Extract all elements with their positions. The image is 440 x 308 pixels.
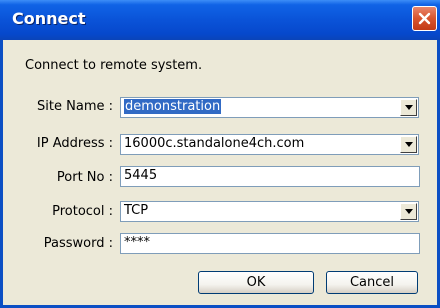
protocol-dropdown-button[interactable] bbox=[400, 203, 417, 220]
password-label: Password : bbox=[43, 236, 113, 251]
protocol-label: Protocol : bbox=[52, 204, 113, 219]
cancel-button[interactable]: Cancel bbox=[326, 271, 418, 294]
chevron-down-icon bbox=[405, 105, 413, 110]
protocol-select[interactable]: TCP bbox=[120, 201, 419, 222]
title-bar[interactable]: Connect bbox=[0, 0, 440, 40]
close-icon bbox=[418, 12, 431, 25]
ip-address-combobox[interactable]: 16000c.standalone4ch.com bbox=[120, 134, 419, 155]
chevron-down-icon bbox=[405, 142, 413, 147]
window-title: Connect bbox=[12, 9, 86, 28]
protocol-value: TCP bbox=[124, 203, 149, 218]
ip-address-dropdown-button[interactable] bbox=[400, 136, 417, 153]
connect-dialog: Connect Connect to remote system. Site N… bbox=[0, 0, 440, 308]
site-name-dropdown-button[interactable] bbox=[400, 99, 417, 116]
port-no-input[interactable]: 5445 bbox=[120, 166, 420, 187]
site-name-combobox[interactable]: demonstration bbox=[120, 97, 419, 118]
password-value: **** bbox=[124, 235, 150, 250]
ip-address-value: 16000c.standalone4ch.com bbox=[124, 136, 305, 151]
dialog-instructions: Connect to remote system. bbox=[25, 58, 203, 73]
close-button[interactable] bbox=[412, 6, 437, 31]
ok-button[interactable]: OK bbox=[198, 271, 314, 294]
port-no-value: 5445 bbox=[124, 168, 158, 183]
chevron-down-icon bbox=[405, 209, 413, 214]
ip-address-label: IP Address : bbox=[36, 136, 113, 151]
site-name-label: Site Name : bbox=[37, 99, 113, 114]
password-input[interactable]: **** bbox=[120, 233, 420, 254]
port-no-label: Port No : bbox=[56, 170, 113, 185]
site-name-value: demonstration bbox=[124, 99, 222, 114]
